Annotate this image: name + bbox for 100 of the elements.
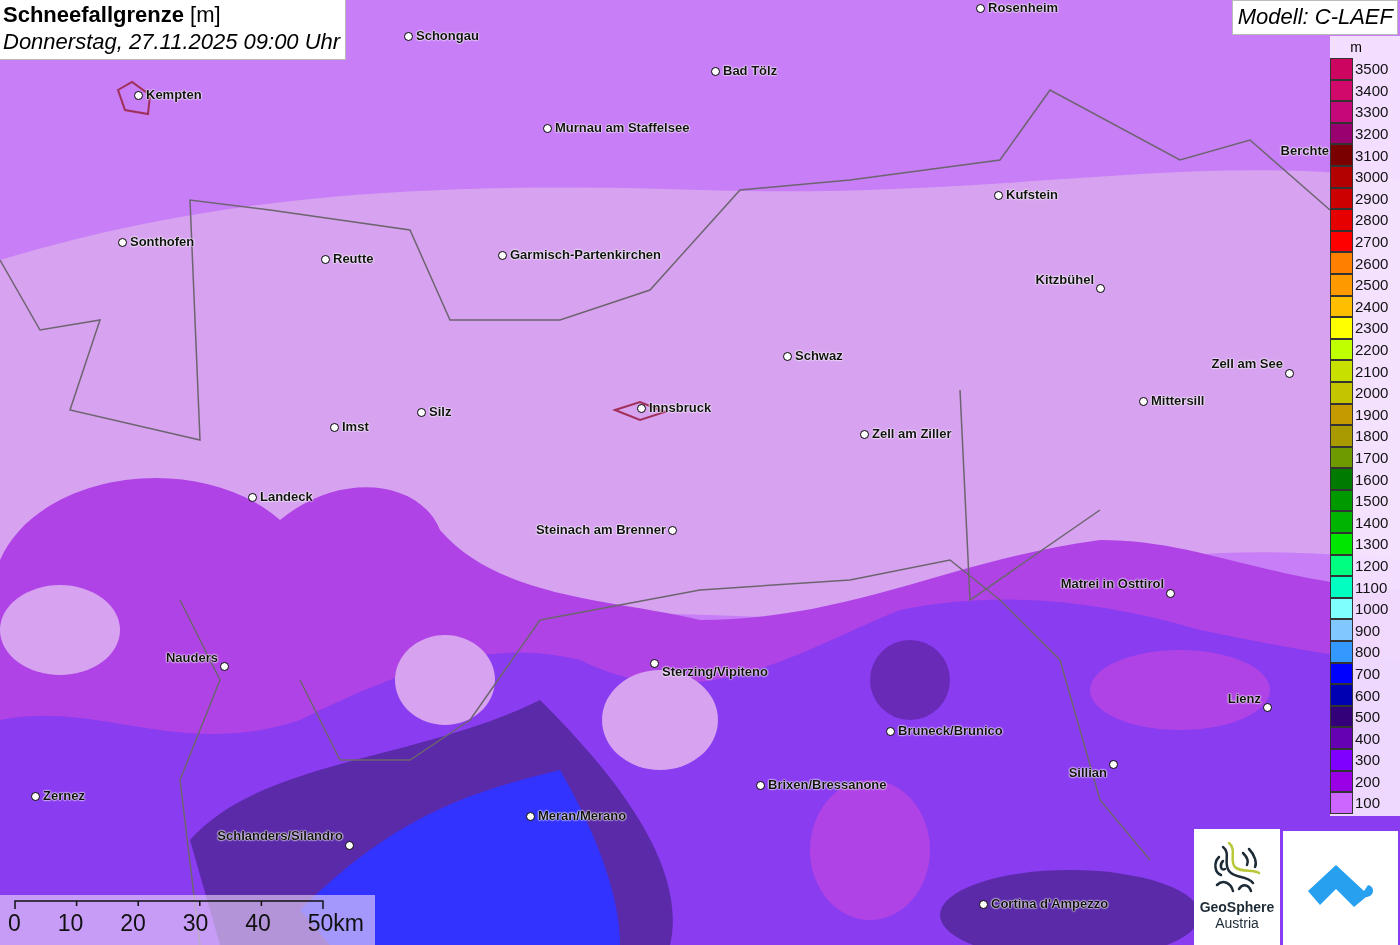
city-marker-icon [711,67,720,76]
city-label: Sillian [1068,765,1107,780]
legend-value: 1100 [1354,578,1388,596]
city-marker-icon [417,408,426,417]
forecast-datetime: Donnerstag, 27.11.2025 09:00 Uhr [3,29,341,55]
legend-value: 700 [1354,664,1381,682]
city-label: Murnau am Staffelsee [555,120,690,135]
legend-value: 400 [1354,729,1381,747]
legend-value: 3200 [1354,125,1389,143]
city-marker-icon [330,423,339,432]
legend-value: 3400 [1354,81,1389,99]
city-label: Meran/Merano [538,808,627,823]
legend-value: 3100 [1354,146,1389,164]
city-label: Zell am Ziller [872,426,952,441]
legend-value: 1200 [1354,556,1389,574]
legend-value: 2000 [1354,384,1389,402]
legend-value: 2500 [1354,276,1389,294]
legend-value: 2800 [1354,211,1389,229]
city-label: Kitzbühel [1035,272,1094,287]
city-label: Nauders [165,650,218,665]
legend-value: 3500 [1354,60,1389,78]
city-marker-icon [321,255,330,264]
model-label: Modell: C-LAEF [1231,0,1398,35]
legend-value: 2200 [1354,341,1389,358]
city-marker-icon [1139,397,1148,406]
legend-value: 500 [1354,708,1381,726]
city-label: Schongau [416,28,479,43]
logo-name: GeoSphere [1199,899,1275,915]
legend-value: 2900 [1354,189,1389,207]
city-marker-icon [994,191,1003,200]
city-label: Cortina d'Ampezzo [991,896,1109,911]
scale-label: 30 [182,910,209,936]
legend-value: 2100 [1354,362,1389,380]
city-marker-icon [1263,703,1272,712]
city-label: Landeck [260,489,313,504]
legend-value: 600 [1354,686,1381,704]
legend-value: 1300 [1354,535,1389,553]
legend-unit: m [1349,38,1363,57]
city-marker-icon [637,404,646,413]
city-label: Reutte [333,251,374,266]
city-label: Mittersill [1151,393,1205,408]
legend-value: 300 [1354,751,1381,769]
legend-value: 3300 [1354,103,1389,121]
city-label: Steinach am Brenner [535,522,666,537]
city-label: Kufstein [1006,187,1058,202]
city-label: Sonthofen [130,234,195,249]
city-label: Rosenheim [988,0,1059,15]
legend-value: 2600 [1354,254,1389,272]
logo-subtitle: Austria [1215,915,1259,931]
city-label: Kempten [146,87,202,102]
city-label: Berchte [1280,143,1329,158]
legend-value: 1000 [1354,600,1389,618]
city-marker-icon [220,662,229,671]
city-marker-icon [134,91,143,100]
city-label: Garmisch-Partenkirchen [510,247,661,262]
city-marker-icon [756,781,765,790]
legend-value: 1500 [1354,492,1389,510]
city-marker-icon [248,493,257,502]
city-label: Bruneck/Brunico [898,723,1003,738]
city-label: Innsbruck [649,400,712,415]
city-marker-icon [345,841,354,850]
city-marker-icon [668,526,677,535]
city-label: Zernez [43,788,85,803]
city-marker-icon [1109,760,1118,769]
city-label: Matrei in Osttirol [1060,576,1164,591]
legend-value: 1700 [1354,449,1389,466]
legend-value: 2400 [1354,297,1389,315]
scale-label: 10 [57,910,84,936]
scale-label: 20 [120,910,146,936]
city-marker-icon [860,430,869,439]
city-label: Bad Tölz [723,63,778,78]
legend-value: 900 [1354,621,1381,639]
city-marker-icon [498,251,507,260]
map-title: Schneefallgrenze [m] [3,2,222,28]
legend-value: 800 [1354,643,1381,661]
city-marker-icon [526,812,535,821]
legend-value: 2700 [1354,233,1389,251]
legend-value: 1600 [1354,470,1389,488]
city-marker-icon [1096,284,1105,293]
legend-value: 1900 [1354,405,1389,423]
city-marker-icon [31,792,40,801]
city-label: Silz [429,404,452,419]
legend-value: 200 [1354,772,1381,790]
legend-value: 100 [1354,794,1381,812]
scale-label: 40 [245,910,271,936]
city-label: Imst [342,419,369,434]
city-marker-icon [1285,369,1294,378]
city-label: Brixen/Bressanone [768,777,887,792]
scale-label: 0 [8,910,21,936]
city-marker-icon [118,238,127,247]
city-label: Sterzing/Vipiteno [662,664,768,679]
legend-value: 1800 [1354,427,1389,445]
city-label: Zell am See [1211,356,1283,371]
legend-value: 2300 [1354,319,1389,337]
legend-value: 3000 [1354,168,1389,186]
city-marker-icon [404,32,413,41]
city-label: Schlanders/Silandro [217,828,343,843]
city-marker-icon [650,659,659,668]
city-label: Schwaz [795,348,843,363]
city-marker-icon [976,4,985,13]
